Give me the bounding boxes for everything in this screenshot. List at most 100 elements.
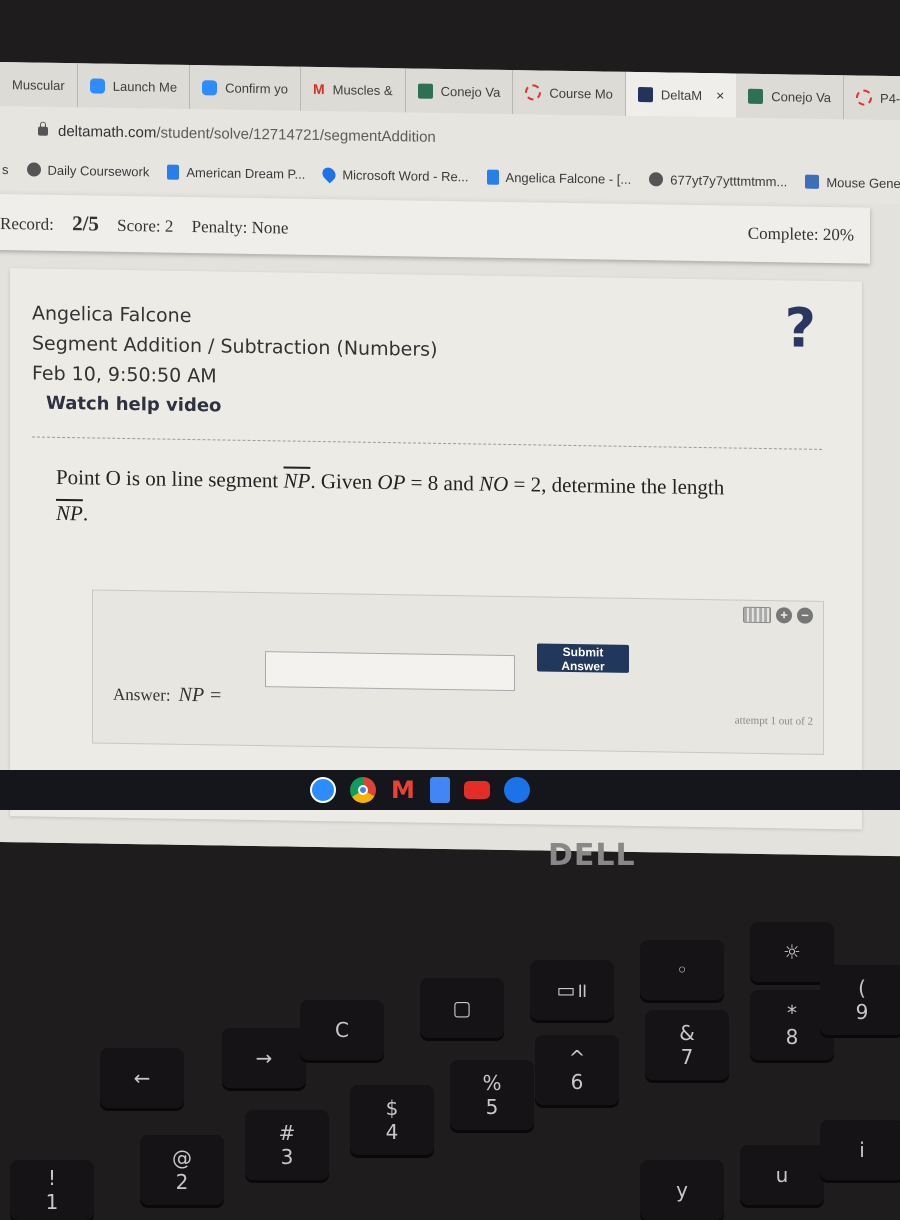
lock-icon	[38, 126, 48, 136]
help-question-icon[interactable]: ?	[785, 296, 816, 359]
key-shift-label: $	[385, 1096, 399, 1120]
keyboard-key: ←	[100, 1048, 184, 1108]
key-label: 9	[855, 1000, 869, 1024]
url-path: /student/solve/12714721/segmentAddition	[156, 123, 436, 146]
keyboard-key: ◦	[640, 940, 724, 1000]
problem-panel: Angelica Falcone Segment Addition / Subt…	[10, 268, 862, 830]
question-part: .	[82, 501, 89, 526]
bookmark-daily-coursework[interactable]: Daily Coursework	[26, 162, 150, 179]
tab-label: DeltaM	[660, 86, 703, 103]
divider	[32, 436, 822, 450]
bookmark-label: American Dream P...	[186, 164, 306, 182]
tab-label: Conejo Va	[771, 88, 832, 105]
key-label: ▢	[452, 996, 472, 1020]
bookmark-angelica-falcone[interactable]: Angelica Falcone - [...	[486, 169, 631, 186]
tab-course-mo[interactable]: Course Mo	[513, 70, 626, 116]
bookmark-label: Daily Coursework	[47, 162, 150, 179]
bookmark-american-dream[interactable]: American Dream P...	[167, 164, 305, 181]
keyboard-icon[interactable]	[743, 606, 771, 624]
globe-icon	[26, 162, 41, 177]
zoom-in-icon[interactable]: +	[776, 607, 792, 624]
key-shift-label: !	[47, 1166, 57, 1190]
keyboard-key: ! 1	[10, 1160, 94, 1220]
key-label: ←	[133, 1066, 151, 1090]
tab-deltamath[interactable]: DeltaM ×	[625, 71, 737, 118]
answer-label: Answer: NP =	[113, 683, 222, 708]
bookmark-677yt[interactable]: 677yt7y7ytttmtmm...	[649, 172, 787, 189]
keyboard-key: →	[222, 1028, 306, 1088]
tab-conejo-valley-1[interactable]: Conejo Va	[405, 68, 514, 115]
physical-keyboard: ← → C ▢ ▭॥ ◦ ☼! 1 @2 #3 $4% 5 ^ 6 & 7 * 8(9 y u i	[0, 922, 900, 1220]
penalty: Penalty: None	[191, 216, 289, 238]
gmail-app-icon[interactable]: M	[390, 777, 416, 803]
timestamp: Feb 10, 9:50:50 AM	[32, 362, 217, 388]
globe-icon	[649, 172, 664, 187]
tab-label: Course Mo	[549, 85, 613, 102]
zoom-app-icon[interactable]	[310, 777, 336, 803]
tab-label: Launch Me	[112, 78, 178, 95]
tab-confirm[interactable]: Confirm yo	[190, 64, 301, 111]
zoom-out-icon[interactable]: −	[797, 607, 813, 624]
tab-muscular[interactable]: Muscular	[0, 62, 78, 108]
doc-icon	[486, 169, 499, 185]
score: Score: 2	[117, 215, 174, 236]
keyboard-key: y	[640, 1160, 724, 1220]
doc-icon	[167, 164, 180, 180]
pin-icon	[320, 164, 339, 184]
keyboard-key: ▢	[420, 978, 504, 1038]
key-label: 8	[785, 1025, 799, 1049]
watch-help-video-link[interactable]: Watch help video	[46, 393, 221, 417]
segment-np: NP	[56, 500, 83, 526]
bookmark-label: 677yt7y7ytttmtmm...	[670, 172, 788, 189]
key-label: ◦	[676, 958, 688, 982]
docs-app-icon[interactable]	[430, 777, 450, 803]
question-part: Point O is on line segment	[56, 464, 284, 493]
key-label: 6	[570, 1070, 584, 1094]
bookmark-mouse-genetics[interactable]: Mouse Genet	[805, 174, 900, 191]
answer-area: + − Answer: NP = Submit Answer attempt 1 …	[92, 589, 824, 755]
assignment-info: Angelica Falcone Segment Addition / Subt…	[32, 299, 437, 395]
complete-percentage: Complete: 20%	[747, 223, 854, 245]
key-label: 7	[680, 1045, 694, 1069]
bookmark-microsoft-word[interactable]: Microsoft Word - Re...	[320, 164, 469, 184]
tab-label: Confirm yo	[225, 80, 288, 97]
bookmark-label: s	[2, 161, 9, 177]
tab-p4-rc[interactable]: P4-RC	[844, 75, 900, 121]
gmail-icon: M	[312, 80, 325, 98]
close-tab-icon[interactable]: ×	[716, 87, 724, 103]
answer-label-text: Answer:	[113, 684, 171, 705]
key-label: 5	[485, 1095, 499, 1119]
zoom-icon	[202, 79, 218, 95]
key-shift-label: %	[482, 1071, 502, 1095]
key-label: ☼	[783, 940, 801, 964]
tab-launch-meeting[interactable]: Launch Me	[77, 63, 191, 109]
chrome-app-icon[interactable]	[350, 777, 376, 803]
answer-tools: + −	[743, 606, 813, 624]
tab-label: Muscular	[12, 76, 65, 93]
submit-answer-button[interactable]: Submit Answer	[537, 643, 629, 673]
keyboard-key: C	[300, 1000, 384, 1060]
keyboard-key: (9	[820, 965, 900, 1035]
segment-np: NP	[283, 468, 311, 493]
key-label: 1	[45, 1190, 59, 1214]
address-bar[interactable]: deltamath.com/student/solve/12714721/seg…	[0, 112, 900, 162]
ring-icon	[856, 89, 873, 106]
tab-strip: Muscular Launch Me Confirm yo M Muscles &…	[0, 62, 900, 121]
record-label: Record:	[0, 213, 54, 234]
key-label: →	[255, 1046, 273, 1070]
files-app-icon[interactable]	[504, 777, 530, 803]
key-label: C	[335, 1018, 349, 1042]
question-part: = 2, determine the length	[508, 471, 725, 500]
answer-input[interactable]	[265, 651, 515, 692]
tab-conejo-valley-2[interactable]: Conejo Va	[736, 73, 845, 120]
var-no: NO	[479, 471, 509, 496]
youtube-app-icon[interactable]	[464, 781, 490, 799]
bookmark-truncated[interactable]: s	[2, 162, 9, 177]
key-shift-label: ^	[568, 1046, 586, 1070]
laptop-screen: Muscular Launch Me Confirm yo M Muscles &…	[0, 62, 900, 857]
key-shift-label: *	[787, 1001, 797, 1025]
school-icon	[748, 88, 764, 104]
tab-muscles-gmail[interactable]: M Muscles &	[300, 66, 406, 113]
key-label: u	[775, 1163, 789, 1187]
record: Record: 2/5	[0, 211, 99, 235]
